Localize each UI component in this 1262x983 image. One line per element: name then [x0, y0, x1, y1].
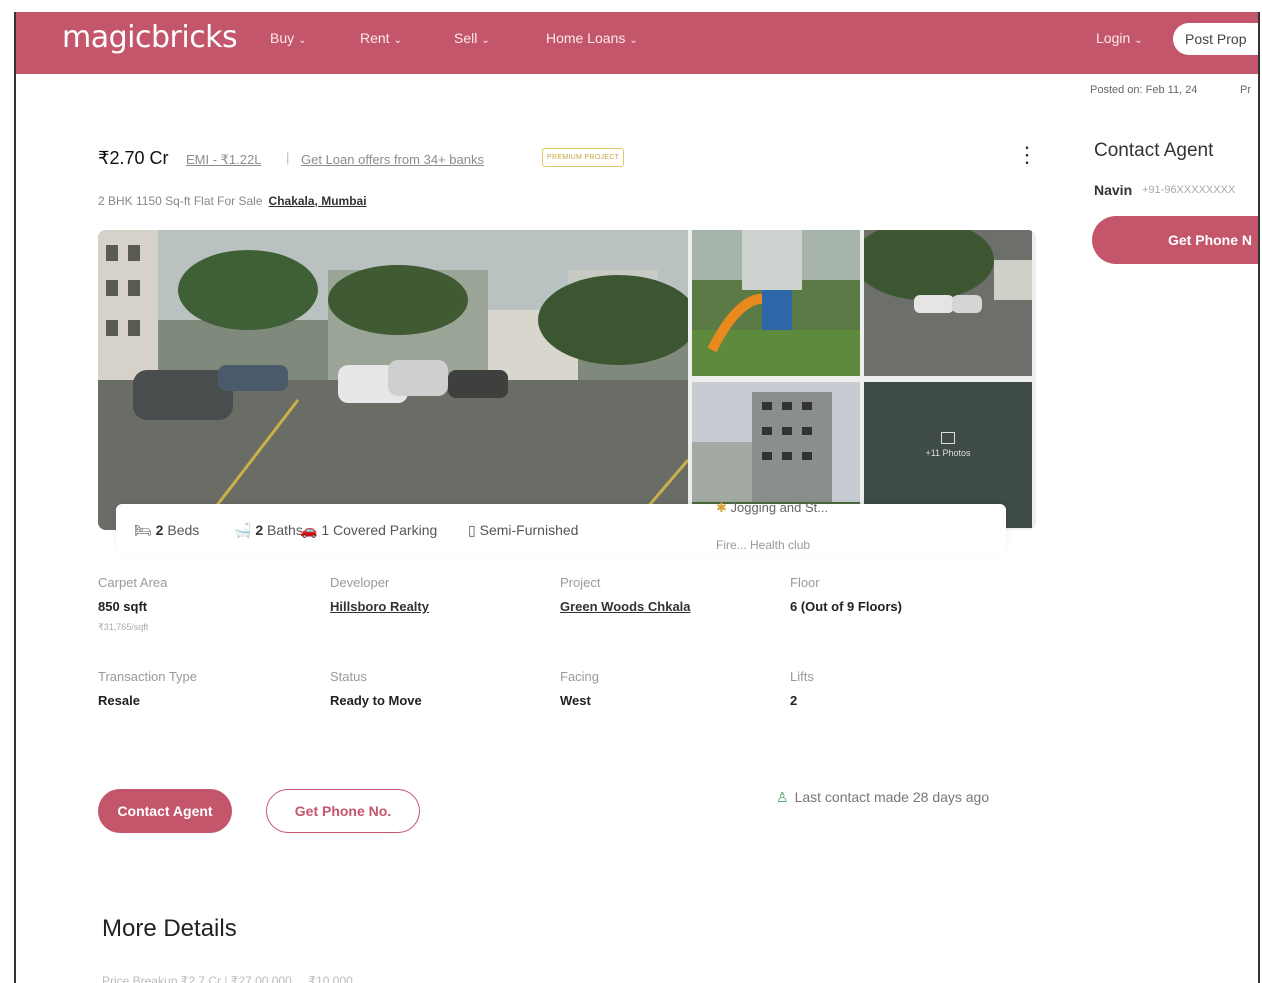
magicbricks-logo[interactable]: magicbricks [62, 20, 238, 55]
nav-home-loans[interactable]: Home Loans ⌄ [546, 30, 638, 46]
fact-value: Resale [98, 693, 140, 708]
loan-offers-link[interactable]: Get Loan offers from 34+ banks [301, 152, 484, 167]
more-details-heading: More Details [102, 915, 237, 942]
listing-subtitle-text: 2 BHK 1150 Sq-ft Flat For Sale [98, 194, 263, 208]
fact-label: Lifts [790, 669, 814, 684]
nav-sell[interactable]: Sell ⌄ [454, 30, 490, 46]
nav-sell-label: Sell [454, 30, 478, 46]
user-icon: ♙ [776, 789, 789, 805]
last-contact-info: ♙ Last contact made 28 days ago [776, 789, 989, 806]
get-phone-button[interactable]: Get Phone No. [266, 789, 420, 833]
chevron-down-icon: ⌄ [393, 35, 402, 46]
thumb-parking[interactable] [864, 230, 1032, 376]
nav-buy-label: Buy [270, 30, 295, 46]
contact-agent-button[interactable]: Contact Agent [98, 789, 232, 833]
listing-price: ₹2.70 Cr [98, 148, 169, 168]
post-property-button[interactable]: Post Prop [1173, 23, 1258, 55]
last-contact-text: Last contact made 28 days ago [794, 789, 990, 805]
fact-label: Facing [560, 669, 600, 684]
login-menu[interactable]: Login ⌄ [1096, 30, 1143, 46]
bed-icon: 🛏 [134, 522, 152, 538]
listing-subtitle: 2 BHK 1150 Sq-ft Flat For Sale Chakala, M… [98, 194, 367, 208]
main-photo[interactable] [98, 230, 688, 530]
fact-label: Carpet Area [98, 575, 168, 590]
image-icon [941, 432, 955, 444]
nav-rent[interactable]: Rent ⌄ [360, 30, 402, 46]
more-details-cut-row: Price Breakup ₹2.7 Cr | ₹27,00,000 ... ₹… [102, 974, 367, 983]
fact-value: Ready to Move [330, 693, 422, 708]
nav-buy[interactable]: Buy ⌄ [270, 30, 307, 46]
nav-home-loans-label: Home Loans [546, 30, 626, 46]
amenities-card: 🛏 2 Beds 🛁 2 Baths 🚗 1 Covered Parking ▯… [116, 500, 1006, 552]
fact-value: 850 sqft [98, 599, 148, 614]
login-label: Login [1096, 30, 1131, 46]
emi-link[interactable]: EMI - ₹1.22L [186, 152, 261, 168]
agent-phone-masked: +91-96XXXXXXXX [1142, 184, 1236, 196]
more-photos-count: +11 Photos [925, 448, 971, 458]
fact-value: 6 (Out of 9 Floors) [790, 599, 902, 614]
car-icon: 🚗 [300, 522, 318, 538]
fact-label: Project [560, 575, 601, 590]
chevron-down-icon: ⌄ [629, 35, 638, 46]
fact-label: Transaction Type [98, 669, 197, 684]
location-link[interactable]: Chakala, Mumbai [269, 194, 367, 208]
fact-value: 2 [790, 693, 798, 708]
furniture-icon: ▯ [468, 522, 476, 538]
chevron-down-icon: ⌄ [298, 35, 307, 46]
thumb-playground[interactable] [692, 230, 860, 376]
posted-date: Posted on: Feb 11, 24 [1090, 84, 1198, 96]
fact-label: Developer [330, 575, 390, 590]
panel-get-phone-button[interactable]: Get Phone N [1092, 216, 1258, 264]
nav-rent-label: Rent [360, 30, 390, 46]
jogging-label: Jogging and St... [730, 500, 829, 515]
chevron-down-icon: ⌄ [1134, 35, 1143, 46]
more-options-icon[interactable]: ⋮ [1016, 142, 1038, 168]
agent-name: Navin [1094, 182, 1133, 198]
separator: | [286, 150, 290, 165]
fact-label: Floor [790, 575, 820, 590]
fact-label: Status [330, 669, 367, 684]
baths-label: Baths [267, 522, 303, 538]
amenity-beds: 🛏 2 Beds [134, 522, 199, 539]
parking-label: 1 Covered Parking [321, 522, 438, 538]
posted-extra: Pr [1240, 84, 1251, 96]
amenity-baths: 🛁 2 Baths [234, 522, 303, 539]
jogging-icon: ✱ [716, 500, 727, 515]
contact-agent-title: Contact Agent [1094, 140, 1214, 161]
amenity-furnishing: ▯ Semi-Furnished [468, 522, 578, 539]
premium-project-badge: PREMIUM PROJECT [542, 148, 625, 167]
fact-sub: ₹31,765/sqft [98, 622, 149, 632]
baths-count: 2 [255, 522, 264, 538]
beds-count: 2 [155, 522, 164, 538]
project-link[interactable]: Green Woods Chkala [560, 599, 691, 614]
furnishing-label: Semi-Furnished [479, 522, 579, 538]
top-navbar: magicbricks Buy ⌄ Rent ⌄ Sell ⌄ Home Loans ⌄… [16, 12, 1258, 74]
chevron-down-icon: ⌄ [481, 35, 490, 46]
amenity-more: Fire... Health club [716, 538, 811, 552]
developer-link[interactable]: Hillsboro Realty [330, 599, 429, 614]
photo-gallery[interactable]: +11 Photos [98, 230, 1036, 530]
amenity-jogging: ✱ Jogging and St... [716, 500, 828, 516]
bath-icon: 🛁 [234, 522, 252, 538]
fact-value: West [560, 693, 591, 708]
amenity-parking: 🚗 1 Covered Parking [300, 522, 437, 539]
beds-label: Beds [167, 522, 200, 538]
page-frame: magicbricks Buy ⌄ Rent ⌄ Sell ⌄ Home Loans ⌄… [14, 12, 1260, 983]
